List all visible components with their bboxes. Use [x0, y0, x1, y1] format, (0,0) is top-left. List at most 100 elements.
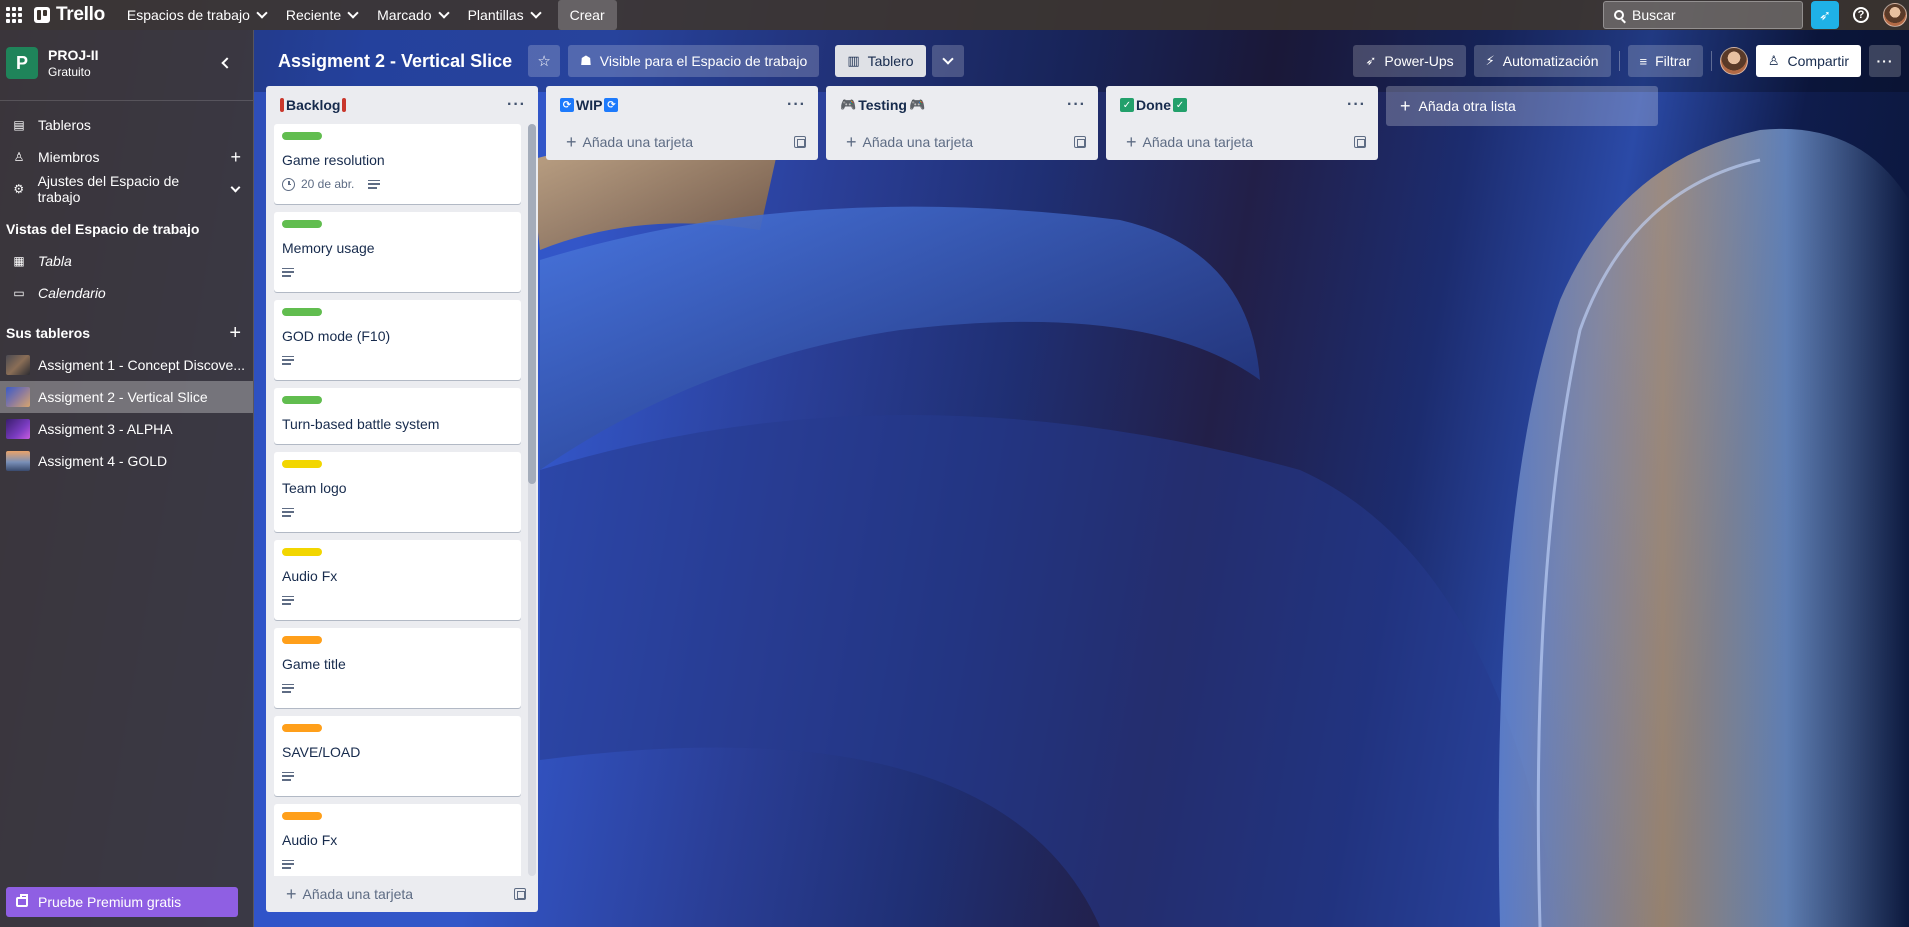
create-from-template-icon[interactable]	[1074, 136, 1086, 148]
search-icon	[1614, 10, 1624, 20]
list-menu-icon[interactable]: ···	[1347, 96, 1366, 114]
automation-button[interactable]: ⚡ Automatización	[1473, 45, 1611, 77]
trello-logo[interactable]: Trello	[28, 4, 117, 26]
card-list: Game resolution 20 de abr. Memory usage …	[266, 124, 538, 876]
description-icon	[282, 355, 294, 365]
divider	[1618, 51, 1620, 71]
sidebar-board-label: Assigment 3 - ALPHA	[38, 421, 173, 437]
list-header[interactable]: Backlog ···	[266, 86, 538, 124]
view-switcher-button[interactable]	[931, 45, 964, 77]
sidebar-board-4[interactable]: Assigment 4 - GOLD	[0, 445, 253, 477]
card[interactable]: Audio Fx	[274, 804, 521, 876]
sidebar-item-members[interactable]: ♙ Miembros +	[0, 141, 253, 173]
create-button[interactable]: Crear	[557, 0, 617, 30]
list-header[interactable]: ⟳ WIP ⟳ ···	[546, 86, 818, 124]
add-card-label: Añada una tarjeta	[1142, 134, 1254, 150]
list-title[interactable]: Done	[1136, 97, 1171, 113]
card[interactable]: Game resolution 20 de abr.	[274, 124, 521, 204]
add-board-icon[interactable]: +	[229, 322, 241, 345]
rocket-icon: ➶	[1819, 6, 1831, 23]
workspace-badge[interactable]: P	[6, 47, 38, 79]
list-scrollbar-thumb[interactable]	[528, 124, 536, 484]
view-board-button[interactable]: ▥ Tablero	[835, 45, 926, 77]
list-menu-icon[interactable]: ···	[507, 96, 526, 114]
filter-button[interactable]: ≡ Filtrar	[1627, 45, 1703, 77]
description-icon	[282, 859, 294, 869]
description-icon	[282, 507, 294, 517]
card-label[interactable]	[282, 220, 322, 228]
nav-workspaces[interactable]: Espacios de trabajo	[117, 0, 276, 30]
card-label[interactable]	[282, 636, 322, 644]
nav-templates[interactable]: Plantillas	[458, 0, 550, 30]
share-label: Compartir	[1787, 53, 1849, 69]
board-menu-button[interactable]: ···	[1869, 45, 1901, 77]
sidebar-board-1[interactable]: Assigment 1 - Concept Discove...	[0, 349, 253, 381]
workspace-name[interactable]: PROJ-II	[48, 47, 99, 63]
add-card-button[interactable]: + Añada una tarjeta	[546, 124, 818, 160]
card-label[interactable]	[282, 724, 322, 732]
sidebar-board-3[interactable]: Assigment 3 - ALPHA	[0, 413, 253, 445]
person-add-icon: ♙	[1767, 53, 1780, 68]
filter-icon: ≡	[1639, 53, 1648, 69]
create-from-template-icon[interactable]	[514, 888, 526, 900]
star-board-button[interactable]: ☆	[528, 45, 561, 77]
collapse-sidebar-icon[interactable]	[221, 57, 233, 69]
card[interactable]: Game title	[274, 628, 521, 708]
sidebar-item-settings[interactable]: ⚙ Ajustes del Espacio de trabajo	[0, 173, 253, 205]
card-label[interactable]	[282, 812, 322, 820]
add-card-button[interactable]: + Añada una tarjeta	[1106, 124, 1378, 160]
due-date-badge[interactable]: 20 de abr.	[282, 177, 354, 191]
visibility-button[interactable]: ☗ Visible para el Espacio de trabajo	[568, 45, 820, 77]
board-thumbnail	[6, 419, 30, 439]
powerups-button[interactable]: ➶ Power-Ups	[1353, 45, 1466, 77]
card[interactable]: SAVE/LOAD	[274, 716, 521, 796]
card[interactable]: Team logo	[274, 452, 521, 532]
card-label[interactable]	[282, 132, 322, 140]
user-avatar[interactable]	[1883, 3, 1907, 27]
help-icon[interactable]: ?	[1853, 7, 1869, 23]
card-label[interactable]	[282, 548, 322, 556]
notifications-button[interactable]: ➶	[1811, 1, 1839, 29]
app-switcher-icon[interactable]	[0, 0, 28, 30]
plus-icon: +	[286, 884, 297, 904]
description-icon	[282, 683, 294, 693]
create-from-template-icon[interactable]	[1354, 136, 1366, 148]
search-input[interactable]: Buscar	[1603, 1, 1803, 29]
add-member-icon[interactable]: +	[230, 148, 241, 166]
card-title: GOD mode (F10)	[282, 328, 391, 344]
list-header[interactable]: ✓ Done ✓ ···	[1106, 86, 1378, 124]
card-badges	[282, 350, 513, 370]
card-title: Turn-based battle system	[282, 416, 440, 432]
create-from-template-icon[interactable]	[794, 136, 806, 148]
card-label[interactable]	[282, 308, 322, 316]
more-icon: ···	[1876, 53, 1894, 69]
nav-starred[interactable]: Marcado	[367, 0, 457, 30]
card-label[interactable]	[282, 396, 322, 404]
list-header[interactable]: 🎮 Testing 🎮 ···	[826, 86, 1098, 124]
card[interactable]: Turn-based battle system	[274, 388, 521, 444]
card[interactable]: Memory usage	[274, 212, 521, 292]
card[interactable]: Audio Fx	[274, 540, 521, 620]
sidebar-board-2[interactable]: Assigment 2 - Vertical Slice	[0, 381, 253, 413]
card[interactable]: GOD mode (F10)	[274, 300, 521, 380]
sidebar-item-boards[interactable]: ▤ Tableros	[0, 109, 253, 141]
nav-recent[interactable]: Reciente	[276, 0, 367, 30]
try-premium-button[interactable]: Pruebe Premium gratis	[6, 887, 238, 917]
sidebar-item-label: Tabla	[38, 253, 72, 269]
member-avatar[interactable]	[1719, 47, 1748, 75]
list-title[interactable]: Backlog	[286, 97, 340, 113]
share-button[interactable]: ♙ Compartir	[1755, 45, 1861, 77]
add-card-button[interactable]: + Añada una tarjeta	[826, 124, 1098, 160]
sidebar-item-table[interactable]: ▦ Tabla	[0, 245, 253, 277]
card-label[interactable]	[282, 460, 322, 468]
list-title[interactable]: WIP	[576, 97, 602, 113]
divider	[1710, 51, 1712, 71]
chevron-down-icon	[437, 7, 450, 19]
list-menu-icon[interactable]: ···	[1067, 96, 1086, 114]
add-list-button[interactable]: + Añada otra lista	[1386, 86, 1658, 126]
sidebar-item-calendar[interactable]: ▭ Calendario	[0, 277, 253, 309]
add-card-button[interactable]: + Añada una tarjeta	[266, 876, 538, 912]
list-menu-icon[interactable]: ···	[787, 96, 806, 114]
board-title[interactable]: Assigment 2 - Vertical Slice	[278, 51, 512, 72]
list-title[interactable]: Testing	[858, 97, 907, 113]
